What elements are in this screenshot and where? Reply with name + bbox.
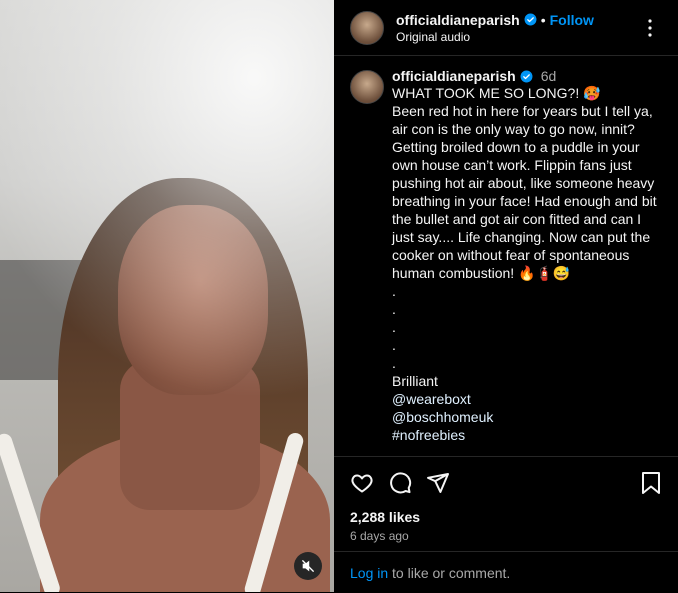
caption-username[interactable]: officialdianeparish — [392, 68, 516, 84]
scroll-fade — [334, 442, 678, 456]
login-link[interactable]: Log in — [350, 565, 388, 581]
caption-header: officialdianeparish 6d — [392, 68, 657, 84]
likes-count[interactable]: 2,288 likes — [334, 509, 678, 525]
login-prompt-text: to like or comment. — [388, 565, 511, 581]
reel-video[interactable] — [0, 0, 334, 592]
action-bar — [334, 457, 678, 509]
follow-button[interactable]: Follow — [550, 12, 594, 28]
caption: officialdianeparish 6d WHAT TOOK ME SO L… — [334, 56, 678, 444]
caption-text: WHAT TOOK ME SO LONG?! 🥵 Been red hot in… — [392, 85, 657, 389]
post-footer: 2,288 likes 6 days ago Log in to like or… — [334, 456, 678, 593]
post-header: officialdianeparish • Follow Original au… — [334, 0, 678, 56]
comments-scroll-area[interactable]: officialdianeparish 6d WHAT TOOK ME SO L… — [334, 56, 678, 456]
caption-time[interactable]: 6d — [541, 68, 557, 84]
avatar[interactable] — [350, 10, 384, 45]
verified-badge-icon — [520, 70, 533, 82]
audio-link[interactable]: Original audio — [396, 30, 594, 44]
post-date[interactable]: 6 days ago — [334, 525, 678, 543]
caption-avatar[interactable] — [350, 70, 384, 104]
verified-badge-icon — [524, 13, 537, 26]
footer-divider — [334, 551, 678, 552]
login-prompt: Log in to like or comment. — [350, 565, 510, 581]
separator-dot: • — [540, 11, 546, 28]
bookmark-icon[interactable] — [640, 471, 662, 495]
mention-link[interactable]: @boschhomeuk — [392, 408, 657, 426]
light-glow — [0, 0, 334, 400]
share-icon[interactable] — [426, 471, 450, 495]
username-link[interactable]: officialdianeparish — [396, 12, 520, 28]
caption-body: officialdianeparish 6d WHAT TOOK ME SO L… — [392, 68, 657, 444]
mute-icon — [302, 560, 314, 572]
mention-link[interactable]: @weareboxt — [392, 390, 657, 408]
heart-icon[interactable] — [350, 471, 374, 495]
header-meta: officialdianeparish • Follow Original au… — [396, 12, 594, 44]
more-options-icon[interactable] — [638, 16, 662, 40]
post-dialog: officialdianeparish • Follow Original au… — [0, 0, 678, 592]
comment-icon[interactable] — [388, 471, 412, 495]
mute-button[interactable] — [294, 552, 322, 580]
post-sidebar: officialdianeparish • Follow Original au… — [334, 0, 678, 592]
